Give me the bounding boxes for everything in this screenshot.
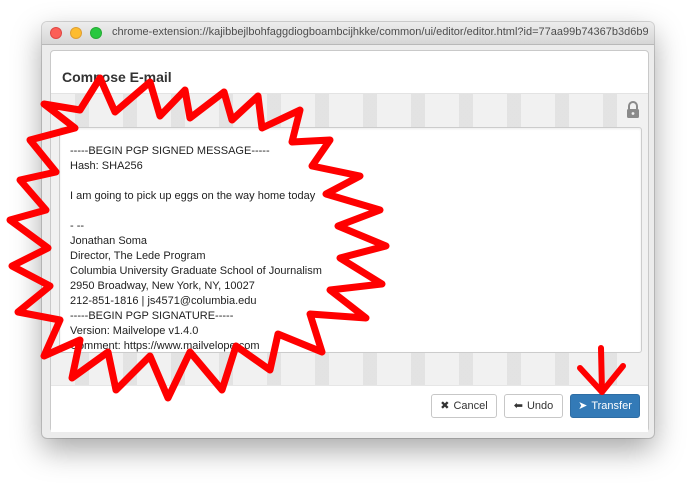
lock-icon [627,101,639,118]
browser-window: chrome-extension://kajibbejlbohfaggdiogb… [42,22,654,438]
times-icon: ✖ [440,399,450,412]
message-editor[interactable]: -----BEGIN PGP SIGNED MESSAGE----- Hash:… [59,127,642,353]
message-body[interactable]: -----BEGIN PGP SIGNED MESSAGE----- Hash:… [70,144,631,352]
transfer-button[interactable]: ➤ Transfer [570,394,640,418]
arrow-left-icon: ⬅ [513,399,523,412]
cancel-button-label: Cancel [453,400,488,412]
undo-button[interactable]: ⬅ Undo [504,394,563,418]
maximize-window-button[interactable] [90,27,102,39]
dialog-footer: ✖ Cancel ⬅ Undo ➤ Transfer [51,385,648,432]
compose-dialog: Compose E-mail -----BEGIN PGP SIGNED MES… [50,50,649,432]
undo-button-label: Undo [526,400,554,412]
dialog-title: Compose E-mail [62,69,172,85]
titlebar: chrome-extension://kajibbejlbohfaggdiogb… [42,22,654,45]
send-icon: ➤ [578,399,588,412]
minimize-window-button[interactable] [70,27,82,39]
close-window-button[interactable] [50,27,62,39]
window-url: chrome-extension://kajibbejlbohfaggdiogb… [112,26,648,38]
cancel-button[interactable]: ✖ Cancel [431,394,497,418]
transfer-button-label: Transfer [591,400,632,412]
